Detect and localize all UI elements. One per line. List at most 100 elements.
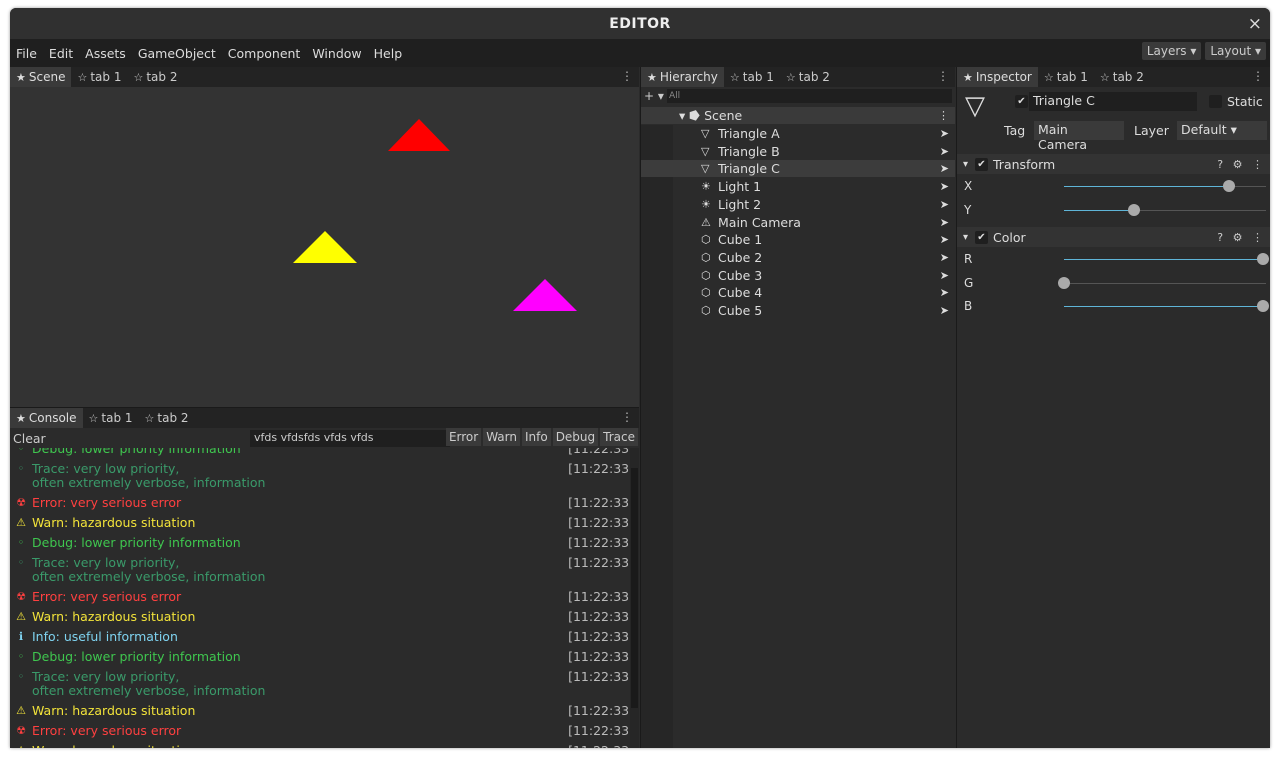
layer-dropdown[interactable]: Default ▾ [1177, 121, 1267, 140]
tab-hierarchy-tab1[interactable]: ☆ tab 1 [724, 67, 780, 87]
add-object-button[interactable]: + ▾ [641, 89, 667, 103]
arrow-right-icon[interactable]: ➤ [940, 162, 949, 175]
triangle-yellow[interactable] [293, 231, 357, 263]
slider-handle[interactable] [1223, 180, 1236, 192]
menu-window[interactable]: Window [306, 46, 367, 61]
tab-scene-tab2[interactable]: ☆ tab 2 [127, 67, 183, 87]
tab-inspector-tab2[interactable]: ☆ tab 2 [1094, 67, 1150, 87]
console-log-entry[interactable]: ◦ Debug: lower priority information [11:22… [10, 650, 630, 664]
slider-x[interactable]: X [957, 176, 1270, 196]
arrow-right-icon[interactable]: ➤ [940, 127, 949, 140]
menu-component[interactable]: Component [222, 46, 307, 61]
hierarchy-scene-row[interactable]: ▾ ⭓ Scene ⋮ [641, 107, 955, 124]
console-log-entry[interactable]: ⚠ Warn: hazardous situation [11:22:33] [10, 516, 630, 530]
filter-error-button[interactable]: Error [445, 428, 482, 446]
arrow-right-icon[interactable]: ➤ [940, 269, 949, 282]
kebab-menu-icon[interactable]: ⋮ [1252, 69, 1264, 83]
transform-enabled-checkbox[interactable]: ✔ [975, 158, 988, 171]
kebab-menu-icon[interactable]: ⋮ [621, 69, 633, 83]
chevron-down-icon[interactable]: ▾ [963, 159, 968, 170]
color-enabled-checkbox[interactable]: ✔ [975, 231, 988, 244]
arrow-right-icon[interactable]: ➤ [940, 286, 949, 299]
console-log-entry[interactable]: ◦ Trace: very low priority, often extreme… [10, 670, 630, 698]
arrow-right-icon[interactable]: ➤ [940, 233, 949, 246]
slider-y[interactable]: Y [957, 200, 1270, 220]
filter-debug-button[interactable]: Debug [552, 428, 599, 446]
arrow-right-icon[interactable]: ➤ [940, 304, 949, 317]
tab-console-tab1[interactable]: ☆ tab 1 [83, 408, 139, 428]
hierarchy-item[interactable]: ⬡ Cube 4 ➤ [641, 284, 955, 301]
hierarchy-item[interactable]: ⬡ Cube 2 ➤ [641, 249, 955, 266]
triangle-red[interactable] [388, 119, 450, 151]
kebab-menu-icon[interactable]: ⋮ [621, 410, 633, 424]
transform-section-header[interactable]: ▾ ✔ Transform ? ⚙ ⋮ [957, 154, 1270, 174]
console-log[interactable]: ◦ Debug: lower priority information [11:22… [10, 448, 630, 748]
menu-edit[interactable]: Edit [43, 46, 79, 61]
triangle-magenta[interactable] [513, 279, 577, 311]
console-log-entry[interactable]: ⚠ Warn: hazardous situation [11:22:33] [10, 744, 630, 749]
clear-button[interactable]: Clear [10, 431, 49, 446]
console-log-entry[interactable]: ◦ Debug: lower priority information [11:22… [10, 448, 630, 456]
console-log-entry[interactable]: ⚠ Warn: hazardous situation [11:22:33] [10, 610, 630, 624]
color-section-header[interactable]: ▾ ✔ Color ? ⚙ ⋮ [957, 227, 1270, 247]
tag-dropdown[interactable]: Main Camera [1034, 121, 1124, 152]
console-log-entry[interactable]: ◦ Trace: very low priority, often extreme… [10, 556, 630, 584]
menu-assets[interactable]: Assets [79, 46, 132, 61]
tab-hierarchy[interactable]: ★ Hierarchy [641, 67, 724, 87]
console-log-entry[interactable]: ☢ Error: very serious error [11:22:33] [10, 496, 630, 510]
console-log-entry[interactable]: ◦ Trace: very low priority, often extreme… [10, 462, 630, 490]
slider-track[interactable] [1064, 282, 1266, 284]
console-filter-input[interactable]: vfds vfdsfds vfds vfds [250, 430, 450, 447]
slider-handle[interactable] [1257, 253, 1269, 265]
tab-inspector-tab1[interactable]: ☆ tab 1 [1038, 67, 1094, 87]
tab-inspector[interactable]: ★ Inspector [957, 67, 1038, 87]
slider-r[interactable]: R [957, 249, 1270, 269]
kebab-menu-icon[interactable]: ⋮ [937, 69, 949, 83]
hierarchy-item[interactable]: ☀ Light 1 ➤ [641, 178, 955, 195]
console-scrollbar-thumb[interactable] [631, 468, 638, 708]
console-log-entry[interactable]: ◦ Debug: lower priority information [11:22… [10, 536, 630, 550]
slider-b[interactable]: B [957, 296, 1270, 316]
arrow-right-icon[interactable]: ➤ [940, 251, 949, 264]
active-checkbox[interactable]: ✔ [1015, 95, 1028, 108]
hierarchy-item[interactable]: ☀ Light 2 ➤ [641, 196, 955, 213]
static-checkbox[interactable] [1209, 95, 1222, 108]
slider-g[interactable]: G [957, 273, 1270, 293]
console-log-entry[interactable]: ☢ Error: very serious error [11:22:33] [10, 590, 630, 604]
slider-handle[interactable] [1127, 203, 1140, 216]
section-tools[interactable]: ? ⚙ ⋮ [1217, 158, 1266, 171]
console-log-entry[interactable]: ☢ Error: very serious error [11:22:33] [10, 724, 630, 738]
hierarchy-item[interactable]: ▽ Triangle B ➤ [641, 143, 955, 160]
arrow-right-icon[interactable]: ➤ [940, 198, 949, 211]
hierarchy-item[interactable]: ⬡ Cube 3 ➤ [641, 267, 955, 284]
hierarchy-item[interactable]: ▽ Triangle A ➤ [641, 125, 955, 142]
arrow-right-icon[interactable]: ➤ [940, 145, 949, 158]
tab-console[interactable]: ★ Console [10, 408, 83, 428]
chevron-down-icon[interactable]: ▾ [963, 232, 968, 243]
kebab-menu-icon[interactable]: ⋮ [938, 109, 949, 122]
tab-scene[interactable]: ★ Scene [10, 67, 72, 87]
filter-trace-button[interactable]: Trace [600, 428, 638, 446]
tab-scene-tab1[interactable]: ☆ tab 1 [71, 67, 127, 87]
arrow-right-icon[interactable]: ➤ [940, 180, 949, 193]
menu-gameobject[interactable]: GameObject [132, 46, 222, 61]
menu-file[interactable]: File [10, 46, 43, 61]
section-tools[interactable]: ? ⚙ ⋮ [1217, 231, 1266, 244]
console-log-entry[interactable]: ℹ Info: useful information [11:22:33] [10, 630, 630, 644]
slider-handle[interactable] [1058, 276, 1070, 289]
close-icon[interactable]: × [1248, 14, 1262, 34]
filter-info-button[interactable]: Info [521, 428, 551, 446]
hierarchy-item[interactable]: ⬡ Cube 5 ➤ [641, 302, 955, 319]
hierarchy-item[interactable]: ⚠ Main Camera ➤ [641, 214, 955, 231]
tab-console-tab2[interactable]: ☆ tab 2 [139, 408, 195, 428]
hierarchy-item[interactable]: ▽ Triangle C ➤ [641, 160, 955, 178]
arrow-right-icon[interactable]: ➤ [940, 216, 949, 229]
scene-viewport[interactable] [10, 87, 639, 407]
layout-dropdown[interactable]: Layout ▾ [1205, 42, 1266, 60]
filter-warn-button[interactable]: Warn [483, 428, 520, 446]
layers-dropdown[interactable]: Layers ▾ [1141, 42, 1202, 60]
menu-help[interactable]: Help [368, 46, 409, 61]
console-log-entry[interactable]: ⚠ Warn: hazardous situation [11:22:33] [10, 704, 630, 718]
object-name-input[interactable]: Triangle C [1029, 92, 1197, 111]
tab-hierarchy-tab2[interactable]: ☆ tab 2 [780, 67, 836, 87]
